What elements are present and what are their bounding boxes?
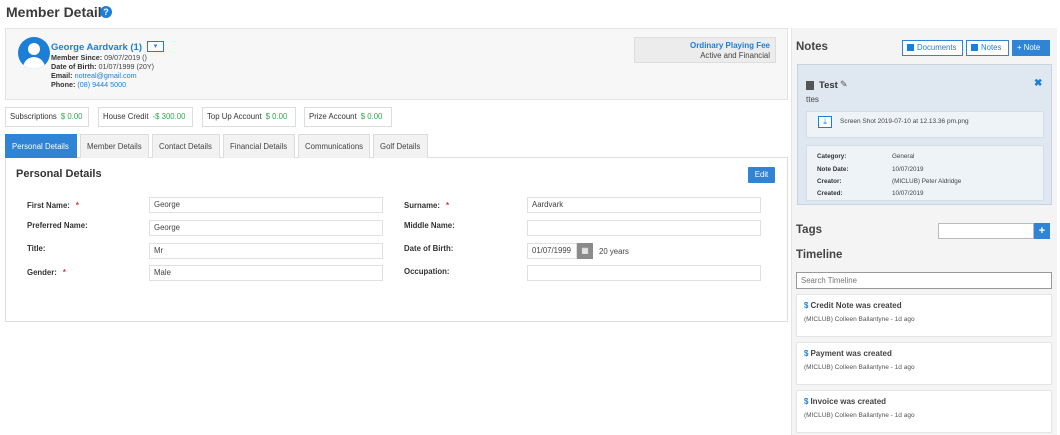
- middle-name-label: Middle Name:: [404, 221, 455, 230]
- phone-link[interactable]: (08) 9444 5000: [77, 80, 126, 89]
- attachment-link[interactable]: Screen Shot 2019-07-10 at 12.13.36 pm.pn…: [840, 118, 969, 125]
- first-name-label: First Name: *: [27, 201, 79, 210]
- created-value: 10/07/2019: [892, 190, 924, 197]
- note-date-value: 10/07/2019: [892, 166, 924, 173]
- surname-label: Surname: *: [404, 201, 450, 210]
- note-body: ttes: [806, 95, 819, 104]
- tab-financial-details[interactable]: Financial Details: [223, 134, 295, 158]
- dob-field[interactable]: 01/07/1999: [527, 243, 577, 259]
- member-email-line: Email: notreal@gmail.com: [51, 71, 137, 80]
- member-phone-line: Phone: (08) 9444 5000: [51, 80, 127, 89]
- member-since-line: Member Since: 09/07/2019 (): [51, 53, 147, 62]
- title-field[interactable]: Mr: [149, 243, 383, 259]
- timeline-item[interactable]: $ Credit Note was created (MICLUB) Collee…: [796, 294, 1052, 337]
- document-icon: [907, 44, 914, 51]
- account-house-credit: House Credit -$ 300.00: [98, 107, 193, 127]
- timeline-search-input[interactable]: [796, 272, 1052, 289]
- category-label: Category:: [817, 153, 847, 160]
- timeline-heading: Timeline: [796, 249, 843, 261]
- avatar: [18, 37, 50, 69]
- membership-status: Active and Financial: [700, 51, 770, 60]
- notes-icon: [971, 44, 978, 51]
- calendar-icon[interactable]: ▦: [577, 243, 593, 259]
- occupation-label: Occupation:: [404, 267, 450, 276]
- required-marker: *: [62, 268, 66, 277]
- download-icon[interactable]: ⤓: [818, 116, 832, 128]
- creator-value: (MICLUB) Peter Aldridge: [892, 178, 962, 185]
- timeline-item-meta: (MICLUB) Colleen Ballantyne - 1d ago: [804, 316, 915, 323]
- documents-button[interactable]: Documents: [902, 40, 963, 56]
- tab-communications[interactable]: Communications: [298, 134, 370, 158]
- account-subscriptions: Subscriptions $ 0.00: [5, 107, 89, 127]
- surname-field[interactable]: Aardvark: [527, 197, 761, 213]
- required-marker: *: [445, 201, 450, 210]
- gender-field[interactable]: Male: [149, 265, 383, 281]
- tab-member-details[interactable]: Member Details: [80, 134, 149, 158]
- note-icon: [806, 81, 814, 90]
- notes-heading: Notes: [796, 41, 828, 53]
- tab-personal-details[interactable]: Personal Details: [5, 134, 77, 158]
- created-label: Created:: [817, 190, 843, 197]
- note-title: Test: [819, 80, 838, 91]
- membership-type[interactable]: Ordinary Playing Fee: [640, 41, 770, 50]
- timeline-item[interactable]: $ Invoice was created (MICLUB) Colleen Ba…: [796, 390, 1052, 433]
- tab-golf-details[interactable]: Golf Details: [373, 134, 428, 158]
- required-marker: *: [75, 201, 79, 210]
- email-link[interactable]: notreal@gmail.com: [75, 71, 137, 80]
- member-name[interactable]: George Aardvark (1): [51, 42, 142, 53]
- close-icon[interactable]: ✖: [1034, 78, 1042, 89]
- notes-button[interactable]: Notes: [966, 40, 1009, 56]
- preferred-name-label: Preferred Name:: [27, 221, 88, 230]
- dollar-icon: $: [804, 397, 809, 406]
- timeline-item-meta: (MICLUB) Colleen Ballantyne - 1d ago: [804, 364, 915, 371]
- note-date-label: Note Date:: [817, 166, 849, 173]
- timeline-item[interactable]: $ Payment was created (MICLUB) Colleen Ba…: [796, 342, 1052, 385]
- occupation-field[interactable]: [527, 265, 761, 281]
- tab-contact-details[interactable]: Contact Details: [152, 134, 220, 158]
- add-tag-button[interactable]: +: [1034, 223, 1050, 239]
- age-text: 20 years: [599, 247, 629, 256]
- dob-label: Date of Birth:: [404, 244, 454, 253]
- timeline-item-meta: (MICLUB) Colleen Ballantyne - 1d ago: [804, 412, 915, 419]
- account-top-up: Top Up Account $ 0.00: [202, 107, 296, 127]
- help-icon[interactable]: ?: [100, 6, 112, 18]
- membership-status-box: Ordinary Playing Fee Active and Financia…: [634, 37, 776, 63]
- first-name-field[interactable]: George: [149, 197, 383, 213]
- pencil-icon[interactable]: ✎: [840, 79, 848, 90]
- page-title: Member Details: [6, 4, 110, 20]
- add-note-button[interactable]: + Note: [1012, 40, 1050, 56]
- tags-heading: Tags: [796, 224, 822, 236]
- dollar-icon: $: [804, 301, 809, 310]
- category-value: General: [892, 153, 915, 160]
- creator-label: Creator:: [817, 178, 842, 185]
- member-menu-dropdown[interactable]: ▾: [147, 41, 164, 52]
- tags-input[interactable]: [938, 223, 1034, 239]
- gender-label: Gender: *: [27, 268, 66, 277]
- member-summary-card: George Aardvark (1) ▾ Member Since: 09/0…: [5, 28, 788, 100]
- account-prize: Prize Account $ 0.00: [304, 107, 392, 127]
- member-dob-line: Date of Birth: 01/07/1999 (20Y): [51, 62, 155, 71]
- preferred-name-field[interactable]: George: [149, 220, 383, 236]
- tab-bar: Personal Details Member Details Contact …: [5, 134, 788, 158]
- edit-button[interactable]: Edit: [748, 167, 775, 183]
- dollar-icon: $: [804, 349, 809, 358]
- middle-name-field[interactable]: [527, 220, 761, 236]
- title-label: Title:: [27, 244, 46, 253]
- personal-details-panel: [5, 158, 788, 322]
- section-heading: Personal Details: [16, 168, 102, 180]
